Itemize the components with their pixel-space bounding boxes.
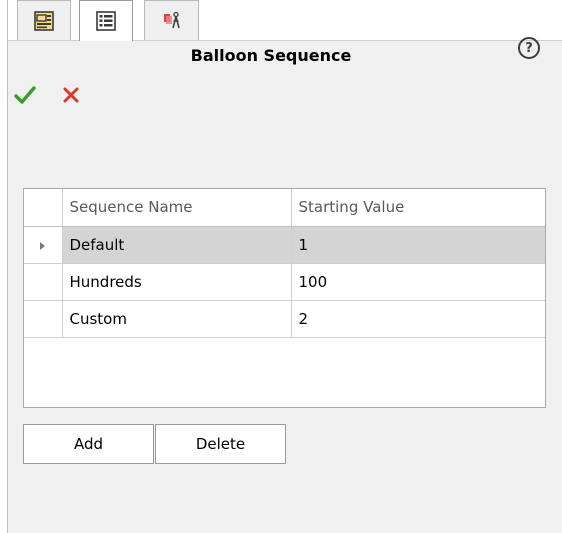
sequence-name-cell[interactable]: Hundreds	[62, 263, 292, 301]
cancel-button[interactable]	[62, 86, 80, 108]
help-icon[interactable]: ?	[518, 37, 540, 59]
checkmark-icon	[14, 86, 36, 104]
table-row[interactable]: Custom 2	[24, 300, 545, 338]
tab-property-manager[interactable]	[17, 0, 71, 40]
row-selector[interactable]	[24, 226, 63, 264]
ok-button[interactable]	[14, 84, 36, 110]
table-row[interactable]: Hundreds 100	[24, 263, 545, 301]
starting-value-cell[interactable]: 2	[291, 300, 545, 338]
configuration-list-icon	[96, 11, 116, 31]
page-title: Balloon Sequence	[190, 46, 352, 65]
column-header-starting-value[interactable]: Starting Value	[291, 189, 545, 227]
balloon-tool-icon	[163, 11, 180, 28]
sequence-name-cell[interactable]: Custom	[62, 300, 292, 338]
starting-value-cell[interactable]: 100	[291, 263, 545, 301]
tab-strip	[8, 0, 562, 41]
row-selector[interactable]	[24, 263, 63, 301]
sequence-table: Sequence Name Starting Value Default 1 H…	[24, 189, 545, 338]
row-selector[interactable]	[24, 300, 63, 338]
table-header-row: Sequence Name Starting Value	[24, 189, 545, 227]
tab-balloon-tool[interactable]	[144, 0, 199, 40]
row-selector-header	[24, 189, 63, 227]
property-manager-icon	[34, 10, 54, 31]
tab-configuration-list[interactable]	[79, 0, 133, 41]
close-icon	[63, 87, 79, 103]
add-button[interactable]: Add	[23, 424, 154, 464]
sequence-grid: Sequence Name Starting Value Default 1 H…	[23, 188, 546, 408]
delete-button[interactable]: Delete	[155, 424, 286, 464]
table-row[interactable]: Default 1	[24, 226, 545, 264]
starting-value-cell[interactable]: 1	[291, 226, 545, 264]
sequence-name-cell[interactable]: Default	[62, 226, 292, 264]
current-row-arrow-icon	[40, 241, 46, 250]
column-header-sequence-name[interactable]: Sequence Name	[62, 189, 292, 227]
